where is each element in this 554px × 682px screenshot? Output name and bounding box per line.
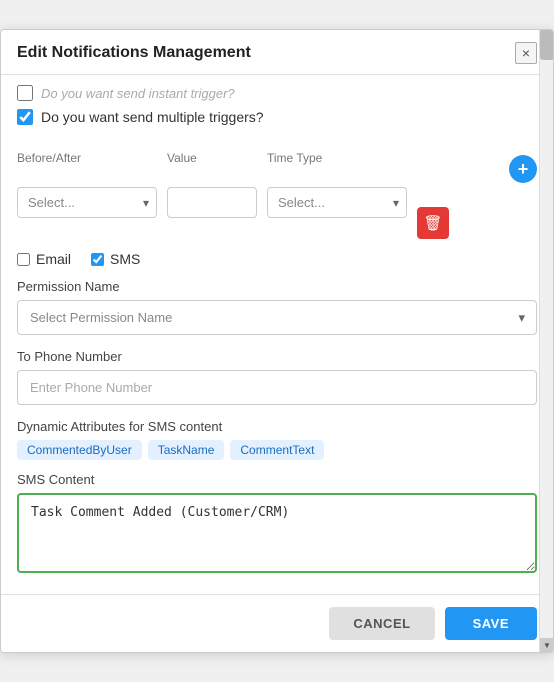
permission-name-select[interactable]: Select Permission Name xyxy=(17,300,537,335)
trigger-fields-row: Select... ▾ Select... ▾ 🗑 xyxy=(17,187,537,239)
attr-tag-task-name[interactable]: TaskName xyxy=(148,440,225,460)
add-trigger-button[interactable]: + xyxy=(509,155,537,183)
value-input[interactable] xyxy=(167,187,257,218)
value-header-label: Value xyxy=(167,151,257,165)
trigger-fields-header: Before/After Value Time Type + xyxy=(17,133,537,183)
delete-trigger-button[interactable]: 🗑 xyxy=(417,207,449,239)
dynamic-attrs-label: Dynamic Attributes for SMS content xyxy=(17,419,537,434)
permission-name-label: Permission Name xyxy=(17,279,537,294)
plus-icon: + xyxy=(518,159,529,180)
scrollbar-down-arrow[interactable]: ▼ xyxy=(540,638,554,652)
phone-number-label: To Phone Number xyxy=(17,349,537,364)
multiple-triggers-label: Do you want send multiple triggers? xyxy=(41,109,264,125)
before-after-header-label: Before/After xyxy=(17,151,157,165)
email-checkbox[interactable] xyxy=(17,253,30,266)
modal-body: Do you want send instant trigger? Do you… xyxy=(1,75,553,594)
channel-selection-row: Email SMS xyxy=(17,251,537,267)
close-button[interactable]: × xyxy=(515,42,537,64)
instant-trigger-row: Do you want send instant trigger? xyxy=(17,85,537,101)
permission-select-wrapper: Select Permission Name ▾ xyxy=(17,300,537,335)
attr-tag-comment-text[interactable]: CommentText xyxy=(230,440,324,460)
edit-notifications-modal: Edit Notifications Management × ▲ ▼ Do y… xyxy=(0,29,554,653)
time-type-select-wrapper: Select... ▾ xyxy=(267,187,407,218)
sms-checkbox[interactable] xyxy=(91,253,104,266)
email-check-item: Email xyxy=(17,251,71,267)
scrollbar-thumb[interactable] xyxy=(540,30,554,60)
sms-label: SMS xyxy=(110,251,140,267)
phone-number-input[interactable] xyxy=(17,370,537,405)
scrollbar-track[interactable]: ▲ ▼ xyxy=(539,30,553,652)
cancel-button[interactable]: CANCEL xyxy=(329,607,434,640)
sms-content-label: SMS Content xyxy=(17,472,537,487)
time-type-select[interactable]: Select... xyxy=(267,187,407,218)
email-label: Email xyxy=(36,251,71,267)
time-type-header-label: Time Type xyxy=(267,151,407,165)
instant-trigger-checkbox[interactable] xyxy=(17,85,33,101)
before-after-select[interactable]: Select... xyxy=(17,187,157,218)
multiple-triggers-row: Do you want send multiple triggers? xyxy=(17,109,537,125)
multiple-triggers-checkbox[interactable] xyxy=(17,109,33,125)
trash-icon: 🗑 xyxy=(423,214,442,232)
instant-trigger-label: Do you want send instant trigger? xyxy=(41,86,235,101)
sms-content-textarea[interactable]: Task Comment Added (Customer/CRM) xyxy=(17,493,537,573)
sms-check-item: SMS xyxy=(91,251,140,267)
dynamic-attrs-row: CommentedByUser TaskName CommentText xyxy=(17,440,537,460)
save-button[interactable]: SAVE xyxy=(445,607,537,640)
modal-title: Edit Notifications Management xyxy=(17,44,251,62)
modal-header: Edit Notifications Management × xyxy=(1,30,553,75)
modal-footer: CANCEL SAVE xyxy=(1,594,553,652)
before-after-select-wrapper: Select... ▾ xyxy=(17,187,157,218)
attr-tag-commented-by-user[interactable]: CommentedByUser xyxy=(17,440,142,460)
